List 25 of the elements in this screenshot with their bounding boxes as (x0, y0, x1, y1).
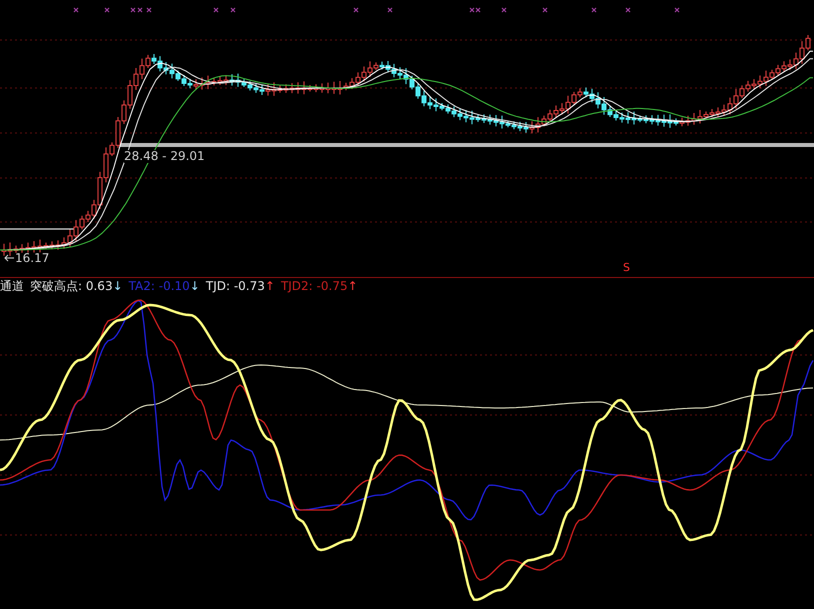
cross-marker (353, 7, 359, 13)
indicator-label: TJD: -0.73 (206, 279, 265, 293)
cross-marker (146, 7, 152, 13)
trend-arrow: ↓ (190, 279, 200, 293)
trend-arrow: ↑ (348, 279, 358, 293)
low-price-label: 16.17 (15, 251, 50, 265)
cross-marker (501, 7, 507, 13)
price-range-label: 28.48 - 29.01 (124, 150, 205, 163)
arrow-icon (4, 254, 14, 262)
cross-marker (213, 7, 219, 13)
indicator-label: 突破高点: 0.63 (30, 278, 113, 294)
indicator-label: TA2: -0.10 (128, 279, 190, 293)
cross-marker (674, 7, 680, 13)
cross-marker (542, 7, 548, 13)
indicator-label: TJD2: -0.75 (280, 279, 348, 293)
trend-arrow: ↑ (264, 279, 275, 293)
cross-marker (230, 7, 236, 13)
cross-marker (591, 7, 597, 13)
trend-arrow: ↓ (112, 279, 123, 293)
cross-marker (625, 7, 631, 13)
cross-marker (387, 7, 393, 13)
cross-marker (104, 7, 110, 13)
indicator-label: 通道 (0, 278, 24, 294)
cross-marker (73, 7, 79, 13)
signal-marker: S (623, 262, 630, 273)
